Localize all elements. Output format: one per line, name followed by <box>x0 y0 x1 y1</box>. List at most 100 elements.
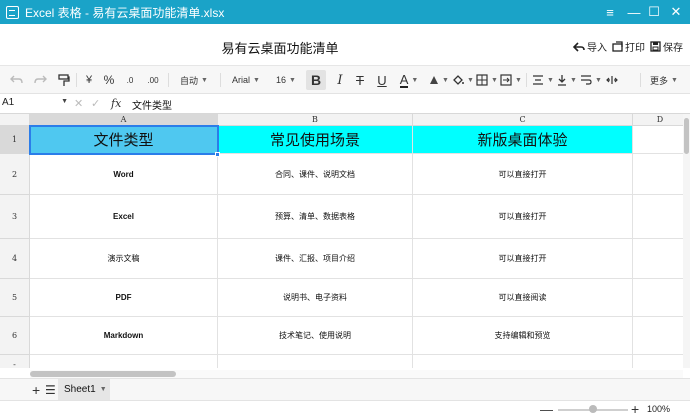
column-header-a[interactable]: A <box>30 114 218 126</box>
column-header-d[interactable]: D <box>633 114 688 126</box>
horizontal-align-button[interactable]: ▼ <box>532 70 554 90</box>
cell-a3[interactable]: Excel <box>30 195 218 239</box>
undo-button[interactable] <box>8 70 24 90</box>
text-direction-button[interactable]: ▼ <box>428 70 450 90</box>
cell-d2[interactable] <box>633 154 688 195</box>
close-button[interactable]: ✕ <box>664 0 688 24</box>
decrease-decimal-button[interactable]: .00 <box>144 70 162 90</box>
print-button[interactable]: 打印 <box>612 39 645 54</box>
cell-a1[interactable]: 文件类型 <box>30 126 218 154</box>
cell-b4[interactable]: 课件、汇报、项目介绍 <box>218 239 413 279</box>
cell-d1[interactable] <box>633 126 688 154</box>
row-header-5[interactable]: 5 <box>0 279 30 317</box>
cell-c2[interactable]: 可以直接打开 <box>413 154 633 195</box>
cell-b2[interactable]: 合同、课件、说明文档 <box>218 154 413 195</box>
formula-input[interactable]: 文件类型 <box>132 97 172 112</box>
cell-d6[interactable] <box>633 317 688 355</box>
cell-b6[interactable]: 技术笔记、使用说明 <box>218 317 413 355</box>
horizontal-scrollbar[interactable] <box>30 370 683 378</box>
spreadsheet-app-icon <box>6 5 19 19</box>
cell-c1[interactable]: 新版桌面体验 <box>413 126 633 154</box>
underline-button[interactable]: U <box>374 70 390 90</box>
cell-c3[interactable]: 可以直接打开 <box>413 195 633 239</box>
select-all-corner[interactable] <box>0 114 30 126</box>
chevron-down-icon[interactable]: ▼ <box>100 386 107 393</box>
chevron-down-icon: ▼ <box>411 76 419 84</box>
font-size-select[interactable]: 16 ▼ <box>272 70 300 90</box>
function-icon[interactable]: fx <box>111 97 121 110</box>
more-button[interactable]: 更多 ▼ <box>646 70 682 90</box>
horizontal-scroll-thumb[interactable] <box>30 371 176 377</box>
column-header-c[interactable]: C <box>413 114 633 126</box>
cell-a6[interactable]: Markdown <box>30 317 218 355</box>
align-center-icon <box>533 75 544 85</box>
cell-d3[interactable] <box>633 195 688 239</box>
cell-c4[interactable]: 可以直接打开 <box>413 239 633 279</box>
fill-handle[interactable] <box>215 152 220 157</box>
maximize-button[interactable]: ☐ <box>642 0 666 24</box>
menu-icon[interactable]: ≡ <box>598 0 622 24</box>
zoom-out-button[interactable]: — <box>540 402 553 417</box>
sheet-tab-label: Sheet1 <box>64 384 96 395</box>
font-family-value: Arial <box>232 75 251 85</box>
document-header: 易有云桌面功能清单 导入 打印 保存 <box>0 24 690 66</box>
number-format-select[interactable]: 自动 ▼ <box>174 70 214 90</box>
document-title: 易有云桌面功能清单 <box>221 41 339 56</box>
row-header-1[interactable]: 1 <box>0 126 30 154</box>
vertical-scroll-thumb[interactable] <box>684 118 689 154</box>
cell-d5[interactable] <box>633 279 688 317</box>
name-box[interactable]: A1 ▼ <box>2 97 68 111</box>
confirm-icon[interactable]: ✓ <box>91 97 100 110</box>
row-header-4[interactable]: 4 <box>0 239 30 279</box>
import-button[interactable]: 导入 <box>573 39 607 54</box>
row-header-2[interactable]: 2 <box>0 154 30 195</box>
row-header-3[interactable]: 3 <box>0 195 30 239</box>
cell-a4[interactable]: 演示文稿 <box>30 239 218 279</box>
fill-color-button[interactable]: ▼ <box>452 70 474 90</box>
vertical-align-button[interactable]: ▼ <box>556 70 578 90</box>
cell-a7[interactable] <box>30 355 218 368</box>
cell-b5[interactable]: 说明书、电子资料 <box>218 279 413 317</box>
italic-button[interactable]: I <box>332 70 348 90</box>
strikethrough-button[interactable]: T <box>352 70 368 90</box>
save-button[interactable]: 保存 <box>650 39 683 54</box>
column-header-b[interactable]: B <box>218 114 413 126</box>
increase-decimal-button[interactable]: .0 <box>122 70 138 90</box>
sheet-tab-sheet1[interactable]: Sheet1 ▼ <box>58 379 110 400</box>
zoom-slider-handle[interactable] <box>589 405 597 413</box>
freeze-columns-button[interactable] <box>604 70 620 90</box>
cell-a2[interactable]: Word <box>30 154 218 195</box>
zoom-in-button[interactable]: + <box>631 401 639 417</box>
font-color-button[interactable]: A ▼ <box>396 70 422 90</box>
bold-button[interactable]: B <box>306 70 326 90</box>
cell-c7[interactable] <box>413 355 633 368</box>
row-header-6[interactable]: 6 <box>0 317 30 355</box>
sheet-list-button[interactable]: ☰ <box>45 383 56 397</box>
cell-b3[interactable]: 预算、清单、数据表格 <box>218 195 413 239</box>
merge-cells-button[interactable]: ▼ <box>500 70 522 90</box>
borders-button[interactable]: ▼ <box>476 70 498 90</box>
chevron-down-icon: ▼ <box>442 76 449 84</box>
currency-format-button[interactable]: ¥ <box>82 70 96 90</box>
add-sheet-button[interactable]: + <box>32 382 40 398</box>
chevron-down-icon: ▼ <box>547 76 554 84</box>
font-family-select[interactable]: Arial ▼ <box>226 70 266 90</box>
cell-b1[interactable]: 常见使用场景 <box>218 126 413 154</box>
format-painter-button[interactable] <box>56 70 72 90</box>
text-wrap-button[interactable]: ▼ <box>580 70 602 90</box>
row-header-7[interactable]: - <box>0 355 30 368</box>
cell-a5[interactable]: PDF <box>30 279 218 317</box>
cell-b7[interactable] <box>218 355 413 368</box>
vertical-scrollbar[interactable] <box>683 114 690 368</box>
chevron-down-icon: ▼ <box>570 76 577 84</box>
cell-d4[interactable] <box>633 239 688 279</box>
cell-c5[interactable]: 可以直接阅读 <box>413 279 633 317</box>
chevron-down-icon: ▼ <box>61 98 68 105</box>
percent-format-button[interactable]: % <box>102 70 116 90</box>
chevron-down-icon: ▼ <box>289 76 296 84</box>
cell-c6[interactable]: 支持编辑和预览 <box>413 317 633 355</box>
cancel-icon[interactable]: ✕ <box>74 97 83 110</box>
cell-d7[interactable] <box>633 355 688 368</box>
print-icon <box>612 41 623 52</box>
redo-button[interactable] <box>32 70 48 90</box>
